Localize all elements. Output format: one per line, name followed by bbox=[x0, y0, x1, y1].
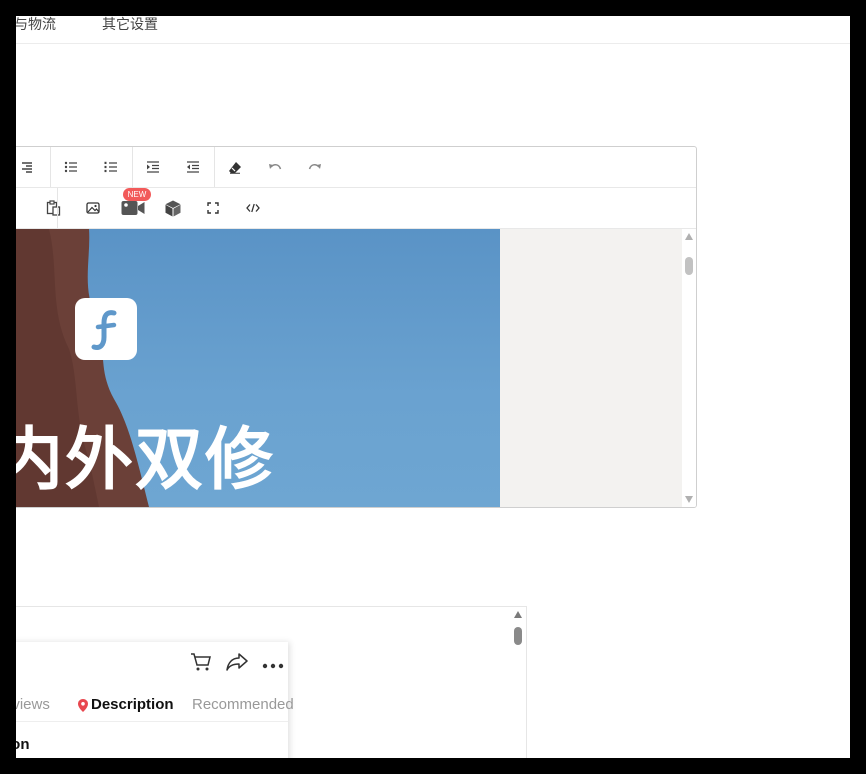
align-right-button[interactable] bbox=[16, 147, 47, 187]
bulleted-list-icon bbox=[64, 161, 77, 173]
editor-content-area[interactable]: 内外双修 bbox=[16, 229, 684, 507]
new-badge: NEW bbox=[123, 188, 151, 201]
clear-format-button[interactable] bbox=[215, 147, 255, 187]
fullscreen-icon bbox=[207, 202, 219, 214]
editor-toolbar-row-2: NEW bbox=[16, 188, 696, 229]
mobile-preview-panel: eviews Description Recommended tion bbox=[16, 606, 527, 758]
insert-3d-model-button[interactable] bbox=[153, 188, 193, 228]
align-right-icon bbox=[22, 162, 32, 173]
app-logo bbox=[75, 298, 137, 360]
section-title: tion bbox=[16, 736, 30, 753]
outdent-icon bbox=[187, 161, 199, 173]
paste-button[interactable] bbox=[33, 188, 73, 228]
insert-image-button[interactable] bbox=[73, 188, 113, 228]
banner-image: 内外双修 bbox=[16, 229, 500, 507]
code-icon bbox=[246, 203, 260, 213]
phone-preview: eviews Description Recommended tion bbox=[16, 642, 294, 758]
f-logo-icon bbox=[91, 310, 117, 350]
video-icon bbox=[121, 201, 145, 215]
scrollbar-thumb[interactable] bbox=[685, 257, 693, 275]
tab-shipping-logistics[interactable]: 务与物流 bbox=[16, 16, 56, 34]
more-button[interactable] bbox=[262, 656, 284, 674]
numbered-list-icon bbox=[104, 161, 117, 173]
editor-toolbar-row-1 bbox=[16, 147, 696, 188]
scroll-down-arrow-icon[interactable] bbox=[685, 496, 693, 503]
indent-button[interactable] bbox=[133, 147, 173, 187]
tab-description[interactable]: Description bbox=[78, 696, 174, 714]
share-icon bbox=[226, 653, 248, 671]
more-icon bbox=[262, 663, 284, 668]
tab-reviews[interactable]: eviews bbox=[16, 696, 50, 714]
source-code-button[interactable] bbox=[233, 188, 273, 228]
share-button[interactable] bbox=[226, 653, 248, 676]
3d-box-icon bbox=[165, 200, 181, 216]
top-tab-bar: 务与物流 其它设置 bbox=[16, 16, 850, 44]
redo-icon bbox=[308, 164, 321, 170]
tab-recommended[interactable]: Recommended bbox=[192, 696, 294, 714]
bulleted-list-button[interactable] bbox=[51, 147, 91, 187]
eraser-icon bbox=[229, 161, 241, 174]
scroll-up-arrow-icon[interactable] bbox=[685, 233, 693, 240]
paste-icon bbox=[46, 200, 60, 216]
preview-action-bar bbox=[190, 652, 284, 677]
outdent-button[interactable] bbox=[173, 147, 213, 187]
preview-tab-bar: eviews Description Recommended bbox=[16, 690, 294, 722]
tab-description-label: Description bbox=[91, 696, 174, 713]
fullscreen-button[interactable] bbox=[193, 188, 233, 228]
indent-icon bbox=[147, 161, 159, 173]
scrollbar-thumb[interactable] bbox=[514, 627, 522, 645]
location-pin-icon bbox=[78, 698, 88, 712]
image-icon bbox=[86, 202, 100, 214]
numbered-list-button[interactable] bbox=[91, 147, 131, 187]
undo-button[interactable] bbox=[255, 147, 295, 187]
editor-scrollbar[interactable] bbox=[682, 229, 696, 507]
cart-icon bbox=[191, 653, 211, 671]
scroll-up-arrow-icon[interactable] bbox=[514, 611, 522, 618]
redo-button[interactable] bbox=[295, 147, 335, 187]
preview-scrollbar[interactable] bbox=[512, 609, 524, 758]
cart-button[interactable] bbox=[190, 652, 212, 677]
tab-other-settings[interactable]: 其它设置 bbox=[102, 16, 158, 34]
page-viewport: 务与物流 其它设置 bbox=[16, 16, 850, 758]
undo-icon bbox=[269, 164, 282, 170]
toolbar-divider bbox=[57, 188, 58, 228]
rich-text-editor: NEW 内外双修 bbox=[16, 146, 697, 508]
banner-headline: 内外双修 bbox=[16, 421, 276, 500]
